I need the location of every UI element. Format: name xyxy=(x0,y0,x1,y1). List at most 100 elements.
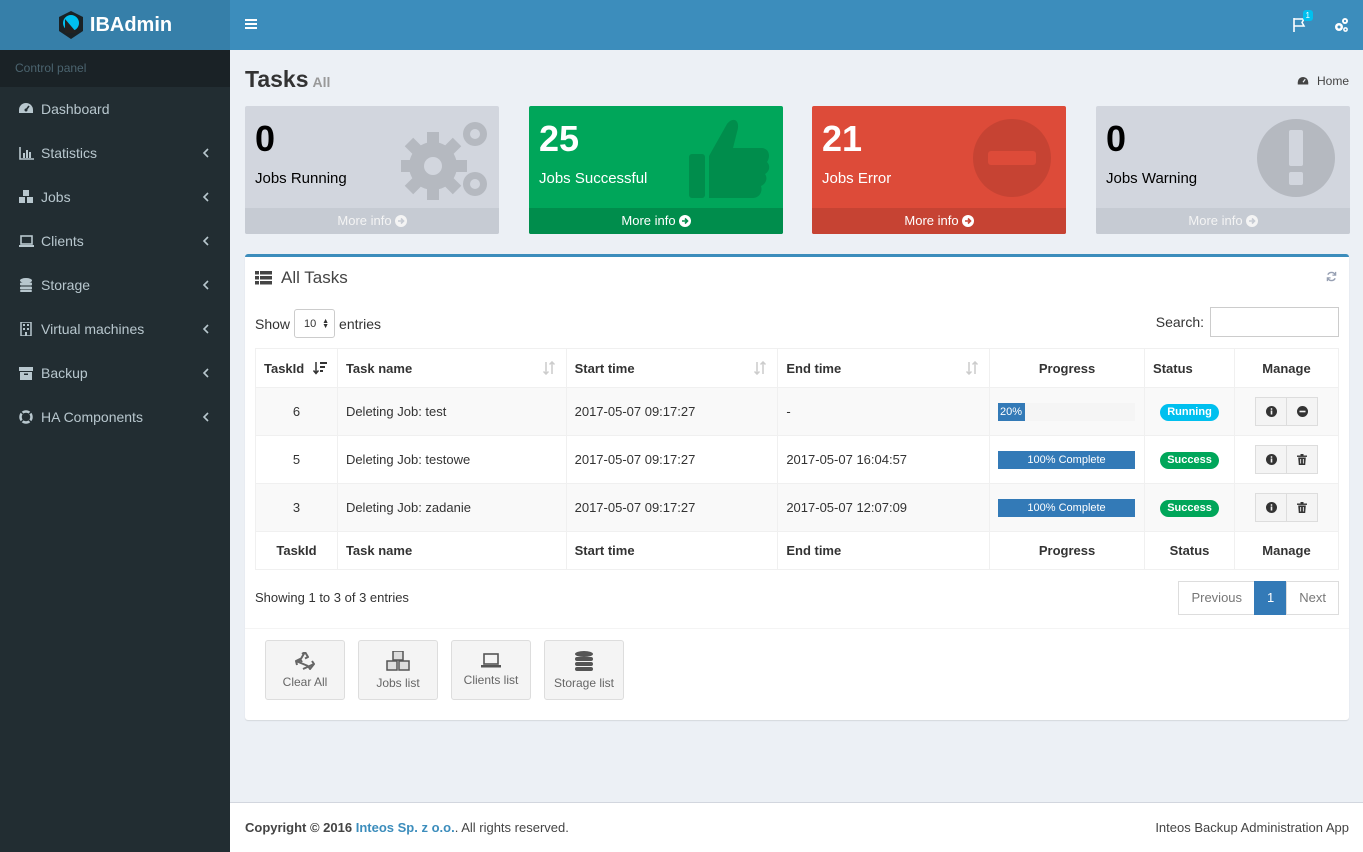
minus-circle-icon xyxy=(973,119,1051,197)
hamburger-menu-icon[interactable] xyxy=(245,18,257,30)
refresh-icon[interactable] xyxy=(1326,271,1337,282)
sidebar-item-storage[interactable]: Storage xyxy=(0,263,230,307)
column-header-label: Start time xyxy=(574,360,635,376)
clients-list-button[interactable]: Clients list xyxy=(451,640,531,700)
info-circle-icon xyxy=(1265,454,1277,465)
clear-all-button[interactable]: Clear All xyxy=(265,640,345,700)
progress-bar: 100% Complete xyxy=(998,450,1136,469)
more-info-label: More info xyxy=(337,213,392,228)
cell-end-time: 2017-05-07 16:04:57 xyxy=(777,435,991,484)
chevron-left-icon xyxy=(202,280,209,290)
column-footer-end-time: End time xyxy=(777,531,991,570)
column-header-label: End time xyxy=(786,360,842,376)
breadcrumb-home-link[interactable]: Home xyxy=(1317,74,1349,88)
sidebar-item-jobs[interactable]: Jobs xyxy=(0,175,230,219)
sidebar-header: Control panel xyxy=(0,50,230,87)
column-header-start-time[interactable]: Start time xyxy=(565,348,779,388)
select-arrows-icon: ▲ ▼ xyxy=(322,318,330,330)
stat-label: Jobs Warning xyxy=(1106,170,1198,187)
delete-button[interactable] xyxy=(1286,445,1318,474)
stat-box-jobs-successful: 25 Jobs Successful More info xyxy=(529,106,783,234)
sidebar-item-label: Statistics xyxy=(41,145,98,161)
more-info-link[interactable]: More info xyxy=(529,208,783,234)
sidebar-item-virtual-machines[interactable]: Virtual machines xyxy=(0,307,230,351)
company-link[interactable]: Inteos Sp. z o.o. xyxy=(356,820,455,835)
chevron-left-icon xyxy=(202,368,209,378)
sort-icon xyxy=(542,361,555,375)
delete-button[interactable] xyxy=(1286,493,1318,522)
sidebar-item-dashboard[interactable]: Dashboard xyxy=(0,87,230,131)
search-input[interactable] xyxy=(1210,307,1339,337)
cell-status: Success xyxy=(1144,435,1235,484)
box-footer-divider xyxy=(245,628,1349,629)
minus-circle-icon xyxy=(1296,406,1308,417)
column-header-taskid[interactable]: TaskId xyxy=(255,348,338,388)
logo-icon xyxy=(58,11,83,39)
gears-icon[interactable] xyxy=(1333,17,1349,33)
cell-progress: 100% Complete xyxy=(989,435,1146,484)
status-badge: Running xyxy=(1160,403,1219,421)
status-badge: Success xyxy=(1160,499,1219,517)
column-header-label: Task name xyxy=(345,360,413,376)
more-info-label: More info xyxy=(621,213,676,228)
sort-desc-icon xyxy=(312,362,327,375)
sidebar-item-ha-components[interactable]: HA Components xyxy=(0,395,230,439)
more-info-label: More info xyxy=(1188,213,1243,228)
sidebar-item-clients[interactable]: Clients xyxy=(0,219,230,263)
content-wrapper: Tasks All Home 0 Jobs Running More info … xyxy=(230,50,1363,802)
info-button[interactable] xyxy=(1255,397,1287,426)
info-button[interactable] xyxy=(1255,445,1287,474)
next-page-button[interactable]: Next xyxy=(1286,581,1339,615)
cell-taskid: 3 xyxy=(255,483,338,532)
more-info-link[interactable]: More info xyxy=(812,208,1066,234)
cell-end-time: - xyxy=(777,387,991,436)
app-full-name: Inteos Backup Administration App xyxy=(1155,820,1349,835)
column-header-progress: Progress xyxy=(989,348,1146,388)
more-info-link[interactable]: More info xyxy=(1096,208,1350,234)
thumbs-up-icon xyxy=(689,119,770,198)
bar-chart-icon xyxy=(18,145,34,161)
stat-value: 21 xyxy=(822,118,863,159)
copyright-text: Copyright © 2016 xyxy=(245,820,353,835)
column-header-task-name[interactable]: Task name xyxy=(336,348,567,388)
more-info-link[interactable]: More info xyxy=(245,208,499,234)
info-circle-icon xyxy=(1265,502,1277,513)
stat-value: 25 xyxy=(539,118,580,159)
page-1-button[interactable]: 1 xyxy=(1254,581,1288,615)
cell-end-time: 2017-05-07 12:07:09 xyxy=(777,483,991,532)
breadcrumb: Home xyxy=(1297,74,1349,88)
app-logo[interactable]: IBAdmin xyxy=(0,0,230,50)
button-label: Clients list xyxy=(463,673,519,687)
search-label: Search: xyxy=(1155,314,1204,330)
search-control: Search: xyxy=(1156,307,1339,337)
show-label: Show xyxy=(255,315,291,332)
column-header-end-time[interactable]: End time xyxy=(777,348,991,388)
sidebar-item-backup[interactable]: Backup xyxy=(0,351,230,395)
stat-box-jobs-running: 0 Jobs Running More info xyxy=(245,106,499,234)
jobs-list-button[interactable]: Jobs list xyxy=(358,640,438,700)
table-info: Showing 1 to 3 of 3 entries xyxy=(255,590,409,605)
cell-taskid: 6 xyxy=(255,387,338,436)
exclamation-circle-icon xyxy=(1257,119,1335,197)
database-icon xyxy=(575,650,593,671)
arrow-circle-right-icon xyxy=(678,215,691,227)
entries-select[interactable]: 10 ▲ ▼ xyxy=(294,309,336,338)
info-button[interactable] xyxy=(1255,493,1287,522)
cell-manage xyxy=(1234,387,1339,436)
sidebar-item-label: Storage xyxy=(41,277,91,293)
previous-page-button[interactable]: Previous xyxy=(1178,581,1256,615)
storage-list-button[interactable]: Storage list xyxy=(544,640,624,700)
entries-length-control: Show 10 ▲ ▼ entries xyxy=(255,309,381,338)
cell-start-time: 2017-05-07 09:17:27 xyxy=(565,483,779,532)
stat-box-jobs-error: 21 Jobs Error More info xyxy=(812,106,1066,234)
stat-value: 0 xyxy=(1106,118,1127,159)
sidebar-item-statistics[interactable]: Statistics xyxy=(0,131,230,175)
archive-icon xyxy=(18,365,34,381)
cell-task-name: Deleting Job: zadanie xyxy=(336,483,567,532)
cubes-icon xyxy=(386,650,410,671)
cell-progress: 100% Complete xyxy=(989,483,1146,532)
cell-taskid: 5 xyxy=(255,435,338,484)
cell-start-time: 2017-05-07 09:17:27 xyxy=(565,387,779,436)
cancel-button[interactable] xyxy=(1286,397,1318,426)
list-icon xyxy=(255,271,272,285)
